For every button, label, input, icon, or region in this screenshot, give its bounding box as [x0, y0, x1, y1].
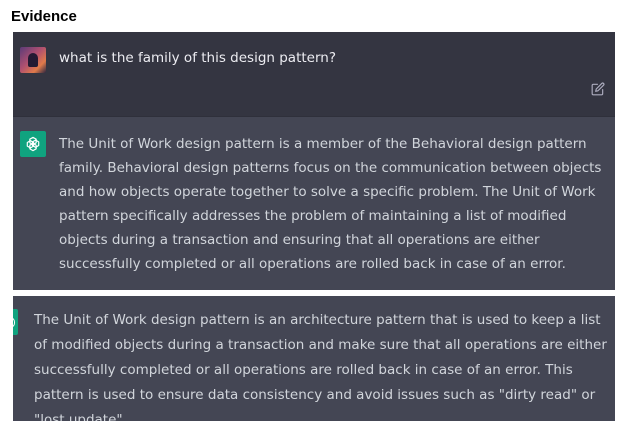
openai-logo-icon: [13, 309, 18, 335]
openai-logo-icon: [20, 131, 46, 157]
chat-screenshot-top: what is the family of this design patter…: [13, 32, 615, 290]
second-response-text: The Unit of Work design pattern is an ar…: [34, 312, 607, 421]
edit-icon[interactable]: [591, 82, 605, 96]
user-message-row: what is the family of this design patter…: [13, 32, 615, 117]
page-heading: Evidence: [11, 8, 77, 25]
user-message-text: what is the family of this design patter…: [59, 50, 337, 66]
assistant-message-text: The Unit of Work design pattern is a mem…: [59, 136, 602, 272]
chat-screenshot-bottom: The Unit of Work design pattern is an ar…: [13, 296, 615, 421]
assistant-message-row: The Unit of Work design pattern is a mem…: [13, 116, 615, 290]
message-actions-cropped: [59, 286, 139, 290]
user-avatar: [20, 47, 46, 73]
